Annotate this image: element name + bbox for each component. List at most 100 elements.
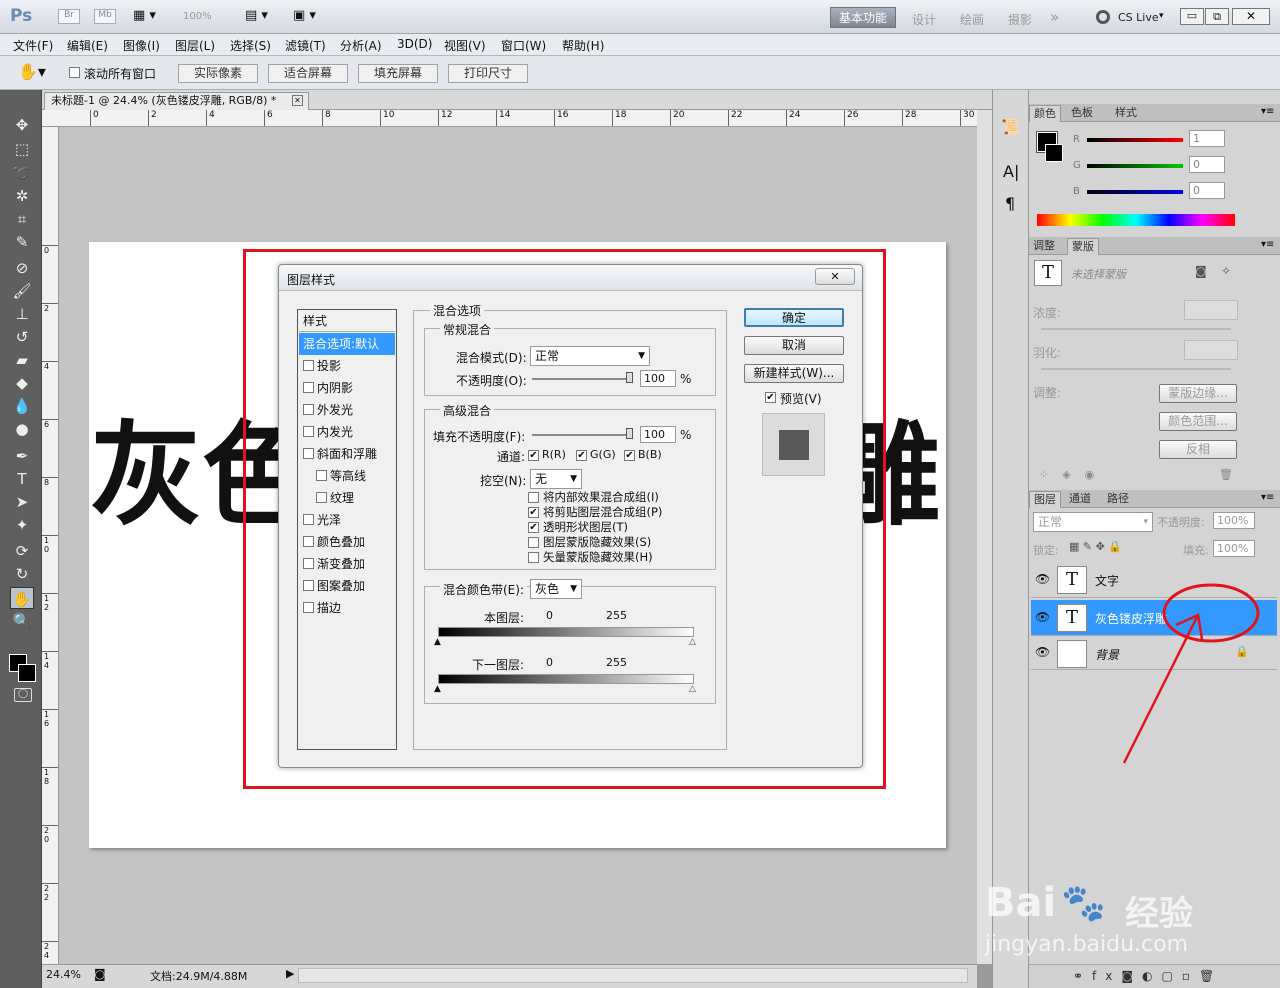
workspace-painting[interactable]: 绘画 — [960, 11, 984, 28]
zoom-percent[interactable]: 24.4% — [46, 968, 81, 981]
masks-footer-icons[interactable]: ⁘ ◈ ◉ — [1039, 468, 1094, 481]
layer-blend-mode-select[interactable]: 正常 ▾ — [1033, 512, 1153, 532]
document-close-icon[interactable]: ✕ — [292, 95, 303, 106]
menu-help[interactable]: 帮助(H) — [562, 37, 604, 54]
3d-orbit-tool-icon[interactable]: ↻ — [10, 563, 34, 585]
minimize-button[interactable]: ▭ — [1180, 8, 1204, 25]
feather-field[interactable] — [1184, 340, 1238, 360]
actual-pixels-button[interactable]: 实际像素 — [178, 64, 258, 83]
vector-mask-icon[interactable]: ✧ — [1221, 264, 1231, 278]
tab-styles[interactable]: 样式 — [1111, 105, 1141, 122]
menu-view[interactable]: 视图(V) — [444, 37, 486, 54]
eyedropper-tool-icon[interactable]: ✎ — [10, 231, 34, 253]
quick-mask-icon[interactable]: ◯ — [14, 688, 32, 702]
move-tool-icon[interactable]: ✥ — [10, 114, 34, 136]
status-icon[interactable]: ◙ — [94, 967, 106, 981]
menu-analysis[interactable]: 分析(A) — [340, 37, 382, 54]
eraser-tool-icon[interactable]: ▰ — [10, 349, 34, 371]
visibility-eye-icon[interactable]: 👁 — [1035, 572, 1050, 586]
menu-file[interactable]: 文件(F) — [13, 37, 53, 54]
background-color-swatch[interactable] — [18, 664, 36, 682]
tab-color[interactable]: 颜色 — [1029, 105, 1061, 122]
feather-slider[interactable] — [1041, 368, 1231, 370]
healing-brush-tool-icon[interactable]: ⊘ — [10, 257, 34, 279]
layer-fill-field[interactable]: 100% — [1213, 540, 1255, 557]
g-value[interactable]: 0 — [1189, 156, 1225, 173]
3d-rotate-tool-icon[interactable]: ⟳ — [10, 540, 34, 562]
magic-wand-tool-icon[interactable]: ✲ — [10, 185, 34, 207]
panel-bg-swatch[interactable] — [1045, 144, 1063, 162]
menu-edit[interactable]: 编辑(E) — [67, 37, 108, 54]
pen-tool-icon[interactable]: ✒ — [10, 445, 34, 467]
lock-icons[interactable]: ▦ ✎ ✥ 🔒 — [1069, 540, 1122, 553]
fill-screen-button[interactable]: 填充屏幕 — [358, 64, 438, 83]
tab-swatches[interactable]: 色板 — [1067, 105, 1097, 122]
path-selection-tool-icon[interactable]: ➤ — [10, 491, 34, 513]
zoom-level-select[interactable]: 100% — [183, 11, 212, 22]
menu-select[interactable]: 选择(S) — [230, 37, 271, 54]
cs-live-label[interactable]: CS Live — [1118, 11, 1159, 24]
masks-panel-menu-icon[interactable]: ▾≡ — [1261, 239, 1274, 250]
document-tab[interactable]: 未标题-1 @ 24.4% (灰色镂皮浮雕, RGB/8) * — [44, 92, 309, 110]
menu-window[interactable]: 窗口(W) — [501, 37, 546, 54]
more-workspaces-icon[interactable]: » — [1050, 8, 1059, 26]
tab-layers[interactable]: 图层 — [1029, 491, 1061, 508]
paragraph-panel-icon[interactable]: ¶ — [1005, 194, 1015, 213]
crop-tool-icon[interactable]: ⌗ — [10, 208, 34, 230]
tab-paths[interactable]: 路径 — [1103, 491, 1133, 508]
view-extras-icon[interactable]: ▦ ▾ — [133, 8, 156, 23]
b-value[interactable]: 0 — [1189, 182, 1225, 199]
cs-live-icon[interactable] — [1096, 10, 1110, 24]
paint-bucket-tool-icon[interactable]: ◆ — [10, 372, 34, 394]
workspace-essentials[interactable]: 基本功能 — [830, 7, 896, 28]
bridge-button[interactable]: Br — [58, 9, 80, 24]
brush-tool-icon[interactable]: 🖌 — [10, 280, 34, 302]
mask-edge-button[interactable]: 蒙版边缘... — [1159, 384, 1237, 403]
screen-mode-icon[interactable]: ▣ ▾ — [293, 8, 316, 23]
menu-filter[interactable]: 滤镜(T) — [285, 37, 326, 54]
workspace-photography[interactable]: 摄影 — [1008, 11, 1032, 28]
invert-button[interactable]: 反相 — [1159, 440, 1237, 459]
hand-tool-preset-icon[interactable]: ✋▾ — [18, 62, 46, 81]
g-slider[interactable] — [1087, 164, 1183, 168]
shape-tool-icon[interactable]: ✦ — [10, 514, 34, 536]
print-size-button[interactable]: 打印尺寸 — [448, 64, 528, 83]
tab-masks[interactable]: 蒙版 — [1067, 238, 1099, 255]
zoom-tool-icon[interactable]: 🔍 — [10, 610, 34, 632]
history-panel-icon[interactable]: 📜 — [1001, 118, 1020, 136]
color-range-button[interactable]: 颜色范围... — [1159, 412, 1237, 431]
layer-opacity-field[interactable]: 100% — [1213, 512, 1255, 529]
r-value[interactable]: 1 — [1189, 130, 1225, 147]
marquee-tool-icon[interactable]: ⬚ — [10, 138, 34, 160]
lasso-tool-icon[interactable]: ➰ — [10, 162, 34, 184]
history-brush-tool-icon[interactable]: ↺ — [10, 326, 34, 348]
vertical-scrollbar[interactable] — [977, 110, 992, 964]
fit-screen-button[interactable]: 适合屏幕 — [268, 64, 348, 83]
workspace-design[interactable]: 设计 — [912, 11, 936, 28]
status-menu-arrow-icon[interactable]: ▶ — [286, 967, 294, 980]
dodge-tool-icon[interactable]: ● — [10, 418, 34, 440]
r-slider[interactable] — [1087, 138, 1183, 142]
density-field[interactable] — [1184, 300, 1238, 320]
tab-channels[interactable]: 通道 — [1065, 491, 1095, 508]
type-tool-icon[interactable]: T — [10, 468, 34, 490]
character-panel-icon[interactable]: A| — [1003, 162, 1019, 181]
density-slider[interactable] — [1041, 328, 1231, 330]
color-spectrum[interactable] — [1037, 214, 1235, 226]
color-panel-menu-icon[interactable]: ▾≡ — [1261, 106, 1274, 117]
restore-button[interactable]: ⧉ — [1205, 8, 1229, 25]
clone-stamp-tool-icon[interactable]: ⊥ — [10, 303, 34, 325]
close-button[interactable]: ✕ — [1232, 8, 1270, 25]
layers-footer-icons[interactable]: ⚭fx◙◐▢▫🗑 — [1073, 969, 1223, 983]
horizontal-scrollbar[interactable] — [298, 968, 968, 983]
menu-layer[interactable]: 图层(L) — [175, 37, 215, 54]
menu-image[interactable]: 图像(I) — [123, 37, 160, 54]
masks-trash-icon[interactable]: 🗑 — [1219, 468, 1233, 481]
hand-tool-icon[interactable]: ✋ — [10, 587, 34, 609]
visibility-eye-icon[interactable]: 👁 — [1035, 645, 1050, 659]
menu-3d[interactable]: 3D(D) — [397, 37, 432, 51]
tab-adjustments[interactable]: 调整 — [1029, 238, 1059, 255]
layers-panel-menu-icon[interactable]: ▾≡ — [1261, 492, 1274, 503]
b-slider[interactable] — [1087, 190, 1183, 194]
blur-tool-icon[interactable]: 💧 — [10, 395, 34, 417]
